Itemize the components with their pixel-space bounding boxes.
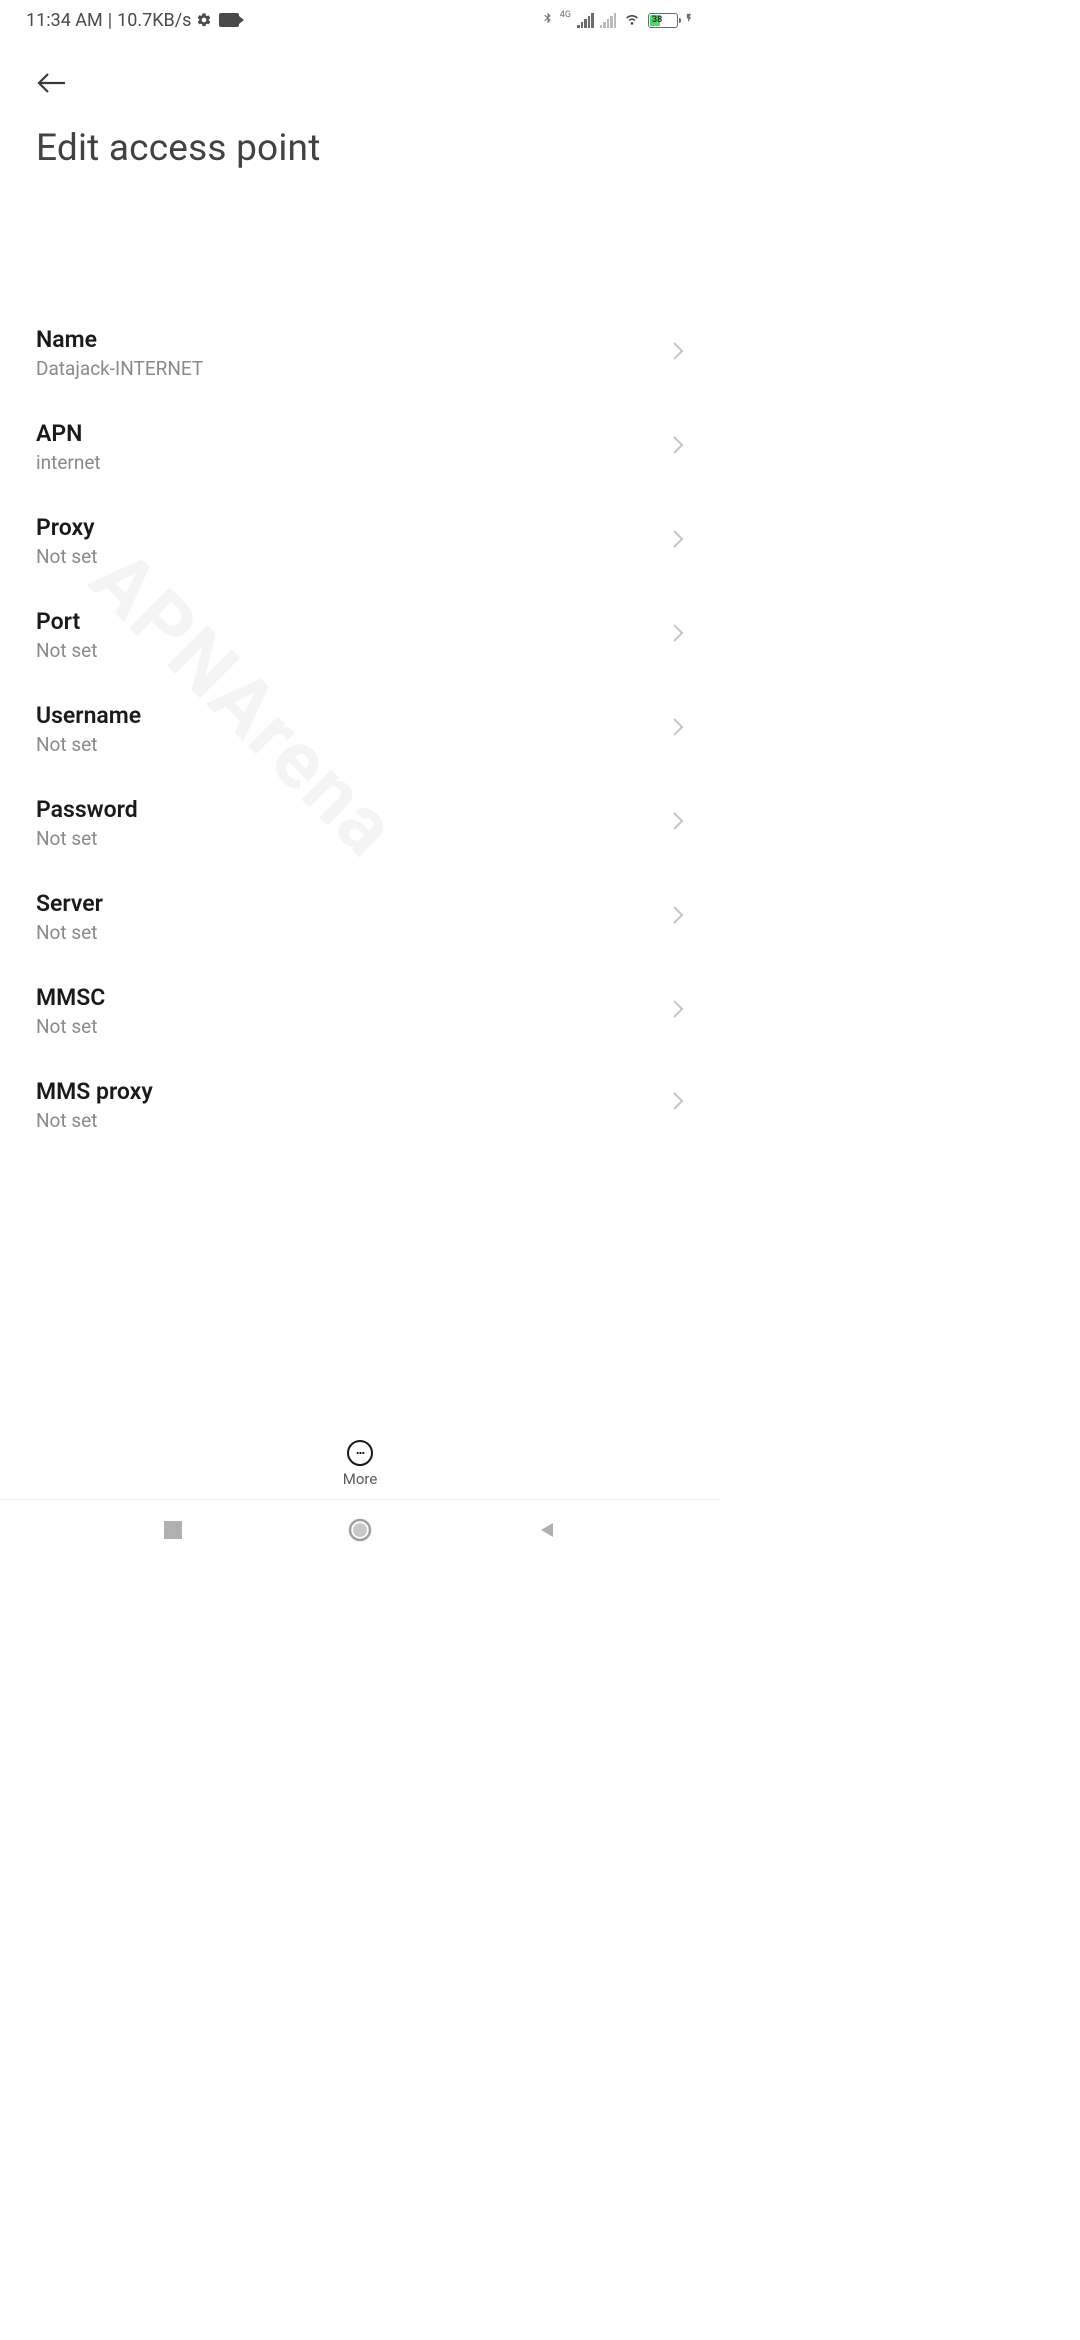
page-title: Edit access point: [36, 127, 684, 170]
setting-label: Password: [36, 796, 138, 823]
setting-value: Not set: [36, 921, 103, 944]
setting-item-mms-proxy[interactable]: MMS proxy Not set: [0, 1058, 720, 1147]
header: Edit access point: [0, 40, 720, 212]
battery-icon: 38: [648, 13, 678, 28]
chevron-right-icon: [672, 623, 684, 647]
signal-strength-icon-sim2: [600, 13, 617, 28]
setting-value: Not set: [36, 639, 97, 662]
chevron-right-icon: [672, 341, 684, 365]
back-button[interactable]: [36, 67, 68, 99]
chevron-right-icon: [672, 435, 684, 459]
setting-value: Not set: [36, 1109, 153, 1127]
setting-label: Proxy: [36, 514, 97, 541]
bluetooth-icon: [541, 9, 554, 32]
chevron-right-icon: [672, 1091, 684, 1115]
status-right: 4G 38: [541, 9, 694, 32]
chevron-right-icon: [672, 905, 684, 929]
setting-item-name[interactable]: Name Datajack-INTERNET: [0, 306, 720, 400]
more-button[interactable]: ··· More: [343, 1440, 378, 1488]
wifi-icon: [622, 10, 642, 31]
camera-icon: [219, 13, 239, 27]
setting-label: Server: [36, 890, 103, 917]
setting-value: Not set: [36, 827, 138, 850]
setting-value: internet: [36, 451, 101, 474]
setting-item-port[interactable]: Port Not set: [0, 588, 720, 682]
system-nav-bar: [0, 1500, 720, 1560]
setting-label: Username: [36, 702, 141, 729]
setting-item-mmsc[interactable]: MMSC Not set: [0, 964, 720, 1058]
setting-label: MMS proxy: [36, 1078, 153, 1105]
status-time: 11:34 AM: [26, 10, 103, 31]
setting-value: Datajack-INTERNET: [36, 357, 203, 380]
charging-icon: [684, 10, 694, 30]
chevron-right-icon: [672, 811, 684, 835]
more-icon: ···: [347, 1440, 373, 1466]
nav-back-button[interactable]: [531, 1514, 563, 1546]
setting-item-server[interactable]: Server Not set: [0, 870, 720, 964]
more-label: More: [343, 1470, 378, 1488]
status-bar: 11:34 AM | 10.7KB/s 4G 38: [0, 0, 720, 40]
setting-value: Not set: [36, 1015, 105, 1038]
setting-label: Name: [36, 326, 203, 353]
setting-item-username[interactable]: Username Not set: [0, 682, 720, 776]
setting-label: Port: [36, 608, 97, 635]
setting-item-apn[interactable]: APN internet: [0, 400, 720, 494]
chevron-right-icon: [672, 529, 684, 553]
setting-value: Not set: [36, 545, 97, 568]
gear-icon: [196, 12, 212, 28]
setting-item-password[interactable]: Password Not set: [0, 776, 720, 870]
network-type-label: 4G: [560, 10, 571, 20]
chevron-right-icon: [672, 999, 684, 1023]
nav-home-button[interactable]: [344, 1514, 376, 1546]
setting-label: APN: [36, 420, 101, 447]
setting-item-proxy[interactable]: Proxy Not set: [0, 494, 720, 588]
status-data-rate: 10.7KB/s: [117, 10, 191, 31]
status-separator: |: [108, 10, 112, 31]
setting-label: MMSC: [36, 984, 105, 1011]
chevron-right-icon: [672, 717, 684, 741]
settings-list: APNArena Name Datajack-INTERNET APN inte…: [0, 212, 720, 1428]
setting-value: Not set: [36, 733, 141, 756]
status-left: 11:34 AM | 10.7KB/s: [26, 10, 239, 31]
signal-strength-icon: [577, 13, 594, 28]
nav-recent-button[interactable]: [157, 1514, 189, 1546]
bottom-action-bar: ··· More: [0, 1428, 720, 1500]
